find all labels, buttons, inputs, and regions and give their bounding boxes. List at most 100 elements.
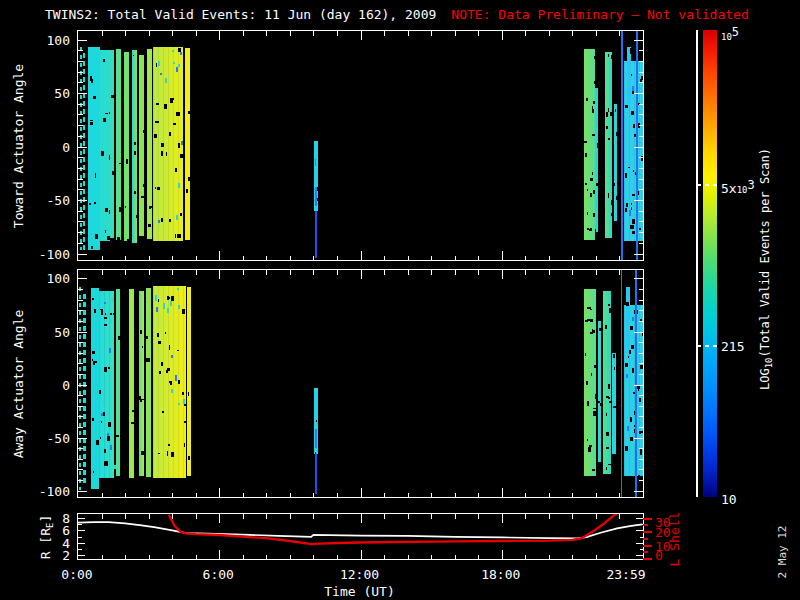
- noise-notch: [585, 153, 586, 157]
- x-tick: [172, 256, 173, 261]
- noise-notch: [590, 319, 593, 322]
- noise-notch: [598, 143, 601, 146]
- y-tick: [78, 469, 83, 470]
- x-tick: [196, 270, 197, 275]
- noise-notch: [613, 406, 616, 408]
- x-tick: [196, 256, 197, 261]
- x-tick: [525, 493, 526, 498]
- noise-notch: [136, 215, 138, 219]
- x-tick-label: 23:59: [591, 568, 661, 581]
- x-tick: [102, 256, 103, 261]
- noise-notch: [587, 212, 589, 215]
- x-tick: [408, 270, 409, 275]
- x-tick: [502, 488, 503, 497]
- striation: [153, 286, 186, 478]
- speck: [171, 355, 173, 358]
- noise-notch: [134, 388, 135, 390]
- y-tick: [634, 93, 643, 94]
- spectrogram-stripe: [627, 47, 632, 104]
- x-tick: [384, 270, 385, 275]
- noise-notch: [586, 98, 589, 102]
- y-tick-label: -50: [30, 194, 70, 207]
- noise-notch: [105, 208, 108, 213]
- orbit-lines: [78, 514, 643, 559]
- speck: [178, 64, 180, 67]
- speck: [158, 220, 160, 223]
- speck: [107, 312, 109, 318]
- x-tick: [572, 256, 573, 261]
- series-R: [78, 522, 643, 538]
- series-LShell: [169, 514, 617, 544]
- noise-notch: [585, 320, 588, 322]
- lshell-tick: [643, 545, 652, 547]
- noise-notch: [608, 138, 609, 140]
- spectrogram-stripe: [146, 288, 151, 477]
- spectrogram-stripe: [91, 288, 99, 488]
- noise-notch: [117, 237, 120, 242]
- x-tick: [619, 31, 620, 36]
- x-tick: [408, 31, 409, 36]
- colorbar-title: LOG10(Total Valid Events per Scan): [758, 147, 772, 389]
- noise-notch: [141, 196, 143, 199]
- speck: [183, 399, 185, 404]
- speck: [180, 52, 182, 55]
- noise-notch: [606, 396, 609, 398]
- noise-notch: [146, 336, 148, 338]
- y-tick: [639, 232, 644, 233]
- toward-panel: [77, 30, 644, 261]
- y-tick: [78, 61, 83, 62]
- noise-notch: [105, 113, 108, 115]
- r-axis-title: R [RE]: [38, 514, 53, 559]
- noise-notch: [606, 432, 608, 435]
- speck: [170, 301, 172, 307]
- spectrogram-stripe: [100, 50, 110, 240]
- noise-notch: [608, 464, 610, 466]
- noise-notch: [101, 151, 104, 156]
- x-tick-label: 18:00: [466, 568, 536, 581]
- x-tick: [219, 31, 220, 40]
- y-tick: [78, 157, 83, 158]
- speck: [160, 73, 162, 75]
- colorbar-tick-label: 215: [721, 340, 744, 353]
- x-tick: [431, 31, 432, 36]
- x-tick: [243, 493, 244, 498]
- speck: [171, 389, 173, 393]
- noise-notch: [92, 298, 94, 301]
- noise-notch: [608, 193, 610, 197]
- speck: [102, 399, 104, 404]
- noise-notch: [141, 399, 144, 401]
- noise-notch: [616, 435, 619, 439]
- noise-notch: [595, 229, 596, 233]
- y-tick: [639, 211, 644, 212]
- y-tick-label: -50: [30, 432, 70, 445]
- speck: [627, 382, 629, 387]
- x-tick: [313, 256, 314, 261]
- x-tick: [290, 256, 291, 261]
- y-tick: [78, 353, 83, 354]
- y-tick: [78, 406, 83, 407]
- speck: [158, 61, 160, 65]
- striation: [153, 47, 183, 241]
- x-tick: [102, 270, 103, 275]
- noise-notch: [594, 365, 596, 368]
- x-tick: [549, 493, 550, 498]
- noise-notch: [606, 467, 607, 470]
- x-tick: [361, 270, 362, 279]
- noise-notch: [140, 330, 141, 334]
- x-tick: [502, 270, 503, 279]
- y-tick: [78, 254, 87, 255]
- y-tick: [78, 104, 83, 105]
- x-tick: [102, 31, 103, 36]
- speck: [633, 211, 635, 213]
- y-tick: [78, 427, 83, 428]
- y-tick: [634, 332, 643, 333]
- x-tick: [572, 270, 573, 275]
- x-tick: [525, 31, 526, 36]
- x-tick: [619, 256, 620, 261]
- x-tick: [125, 493, 126, 498]
- noise-notch: [587, 189, 588, 191]
- noise-notch: [90, 122, 93, 125]
- y-tick: [639, 448, 644, 449]
- noise-notch: [617, 139, 619, 143]
- spectrogram-stripe: [116, 49, 121, 239]
